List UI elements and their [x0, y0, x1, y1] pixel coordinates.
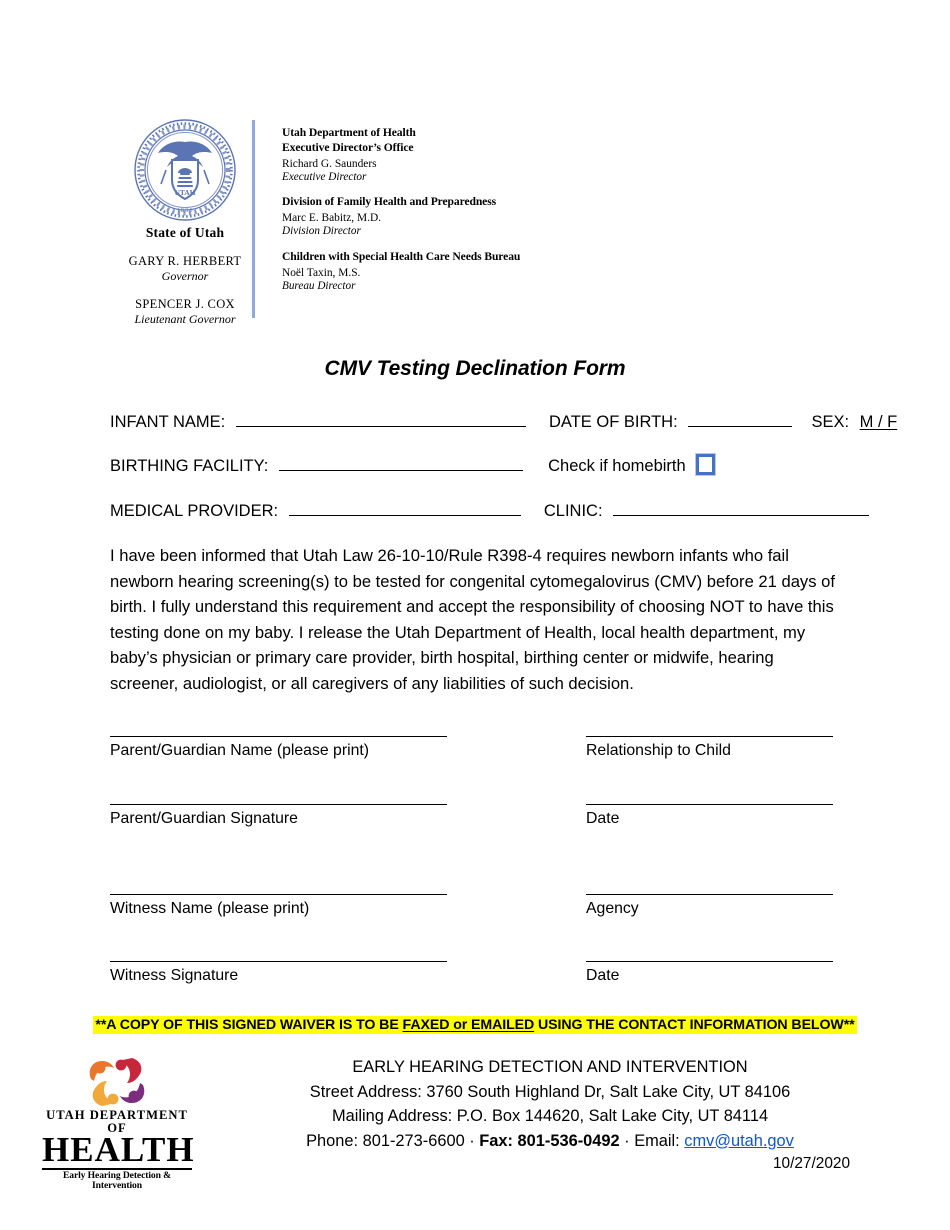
fax-text: Fax: 801-536-0492: [479, 1131, 620, 1150]
parent-signature-label: Parent/Guardian Signature: [110, 810, 298, 827]
birthing-facility-input[interactable]: [278, 455, 523, 471]
agency-label: Agency: [586, 900, 639, 917]
parent-date-label: Date: [586, 810, 620, 827]
medical-provider-label: MEDICAL PROVIDER:: [110, 502, 279, 520]
lt-governor-title: Lieutenant Governor: [134, 312, 236, 326]
infant-name-row: INFANT NAME: DATE OF BIRTH: SEX: M / F: [110, 411, 897, 432]
logo-tagline: Early Hearing Detection & Intervention: [62, 1170, 172, 1192]
department-role: Division Director: [282, 225, 361, 238]
revision-date: 10/27/2020: [772, 1155, 850, 1172]
relationship-block: Relationship to Child: [586, 736, 833, 760]
svg-text:1896: 1896: [177, 207, 194, 214]
page-title: CMV Testing Declination Form: [324, 357, 626, 380]
parent-date-block: Date: [586, 804, 833, 828]
date-of-birth-label: DATE OF BIRTH:: [549, 413, 678, 431]
email-link[interactable]: cmv@utah.gov: [684, 1132, 794, 1150]
notice-banner-suffix: USING THE CONTACT INFORMATION BELOW**: [534, 1017, 855, 1033]
notice-banner: **A COPY OF THIS SIGNED WAIVER IS TO BE …: [93, 1016, 857, 1034]
clinic-input[interactable]: [613, 500, 870, 516]
department-person: Marc E. Babitz, M.D.: [282, 212, 382, 225]
udoh-pinwheel-icon: [89, 1058, 145, 1106]
governor-title: Governor: [161, 269, 209, 283]
phone-text: Phone: 801-273-6600 ·: [306, 1131, 480, 1150]
birthing-facility-row: BIRTHING FACILITY: Check if homebirth: [110, 454, 870, 476]
parent-date-line[interactable]: [586, 804, 833, 805]
udoh-logo: UTAH DEPARTMENT OF HEALTH Early Hearing …: [42, 1056, 195, 1192]
notice-banner-emphasis: FAXED or EMAILED: [402, 1017, 535, 1033]
witness-signature-line[interactable]: [110, 961, 447, 962]
clinic-label: CLINIC:: [543, 502, 603, 520]
letterhead-divider: [252, 120, 255, 318]
witness-date-label: Date: [586, 967, 620, 984]
parent-name-signature-line[interactable]: [110, 736, 447, 737]
parent-name-label: Parent/Guardian Name (please print): [110, 742, 370, 759]
letterhead: UTAH 1896 State of Utah GARY R. HERBERT …: [110, 118, 570, 328]
sex-options[interactable]: M / F: [860, 413, 898, 431]
parent-signature-line[interactable]: [110, 804, 447, 805]
department-heading-line2: Executive Director’s Office: [282, 140, 414, 154]
mailing-address: Mailing Address: P.O. Box 144620, Salt L…: [331, 1107, 769, 1125]
agency-line[interactable]: [586, 894, 833, 895]
department-group: Children with Special Health Care Needs …: [282, 250, 572, 294]
witness-date-line[interactable]: [586, 961, 833, 962]
email-prefix: · Email:: [619, 1131, 685, 1150]
sex-label: SEX:: [811, 413, 850, 431]
witness-name-block: Witness Name (please print): [110, 894, 447, 918]
department-person: Noël Taxin, M.S.: [282, 266, 361, 279]
department-heading-line1: Utah Department of Health: [282, 126, 416, 139]
governor-name: GARY R. HERBERT: [128, 254, 242, 268]
witness-date-block: Date: [586, 961, 833, 985]
notice-banner-prefix: **A COPY OF THIS SIGNED WAIVER IS TO BE: [95, 1017, 403, 1033]
department-heading-line1: Division of Family Health and Preparedne…: [282, 195, 497, 209]
department-role: Executive Director: [282, 170, 367, 183]
homebirth-checkbox[interactable]: [696, 454, 716, 475]
birthing-facility-label: BIRTHING FACILITY:: [110, 457, 269, 475]
department-heading-line1: Children with Special Health Care Needs …: [282, 249, 521, 263]
department-listing: Utah Department of Health Executive Dire…: [282, 126, 572, 304]
utah-state-seal-icon: UTAH 1896: [133, 118, 237, 222]
witness-signature-block: Witness Signature: [110, 961, 447, 985]
declination-statement: I have been informed that Utah Law 26-10…: [110, 546, 835, 693]
state-seal-block: UTAH 1896 State of Utah GARY R. HERBERT …: [120, 118, 250, 327]
svg-text:UTAH: UTAH: [174, 188, 195, 197]
agency-block: Agency: [586, 894, 833, 918]
parent-name-block: Parent/Guardian Name (please print): [110, 736, 447, 760]
relationship-label: Relationship to Child: [586, 742, 731, 759]
relationship-signature-line[interactable]: [586, 736, 833, 737]
footer-contact: EARLY HEARING DETECTION AND INTERVENTION…: [215, 1055, 885, 1153]
medical-provider-row: MEDICAL PROVIDER: CLINIC:: [110, 500, 870, 521]
date-of-birth-input[interactable]: [688, 411, 793, 427]
program-name: EARLY HEARING DETECTION AND INTERVENTION: [352, 1058, 748, 1076]
infant-name-label: INFANT NAME:: [110, 413, 226, 431]
department-role: Bureau Director: [282, 279, 356, 292]
contact-line: Phone: 801-273-6600 · Fax: 801-536-0492 …: [215, 1129, 885, 1154]
logo-line-2: HEALTH: [42, 1130, 195, 1170]
notice-banner-wrap: **A COPY OF THIS SIGNED WAIVER IS TO BE …: [0, 1016, 950, 1034]
witness-signature-label: Witness Signature: [110, 967, 239, 984]
parent-signature-block: Parent/Guardian Signature: [110, 804, 447, 828]
street-address: Street Address: 3760 South Highland Dr, …: [309, 1082, 791, 1101]
department-group: Division of Family Health and Preparedne…: [282, 195, 572, 239]
seal-caption: State of Utah: [145, 225, 225, 240]
department-group: Utah Department of Health Executive Dire…: [282, 126, 572, 184]
lt-governor-name: SPENCER J. COX: [135, 297, 235, 311]
homebirth-label: Check if homebirth: [548, 457, 686, 475]
department-person: Richard G. Saunders: [282, 157, 377, 170]
witness-name-label: Witness Name (please print): [110, 900, 310, 917]
infant-name-input[interactable]: [235, 411, 526, 427]
witness-name-signature-line[interactable]: [110, 894, 447, 895]
medical-provider-input[interactable]: [288, 500, 521, 516]
